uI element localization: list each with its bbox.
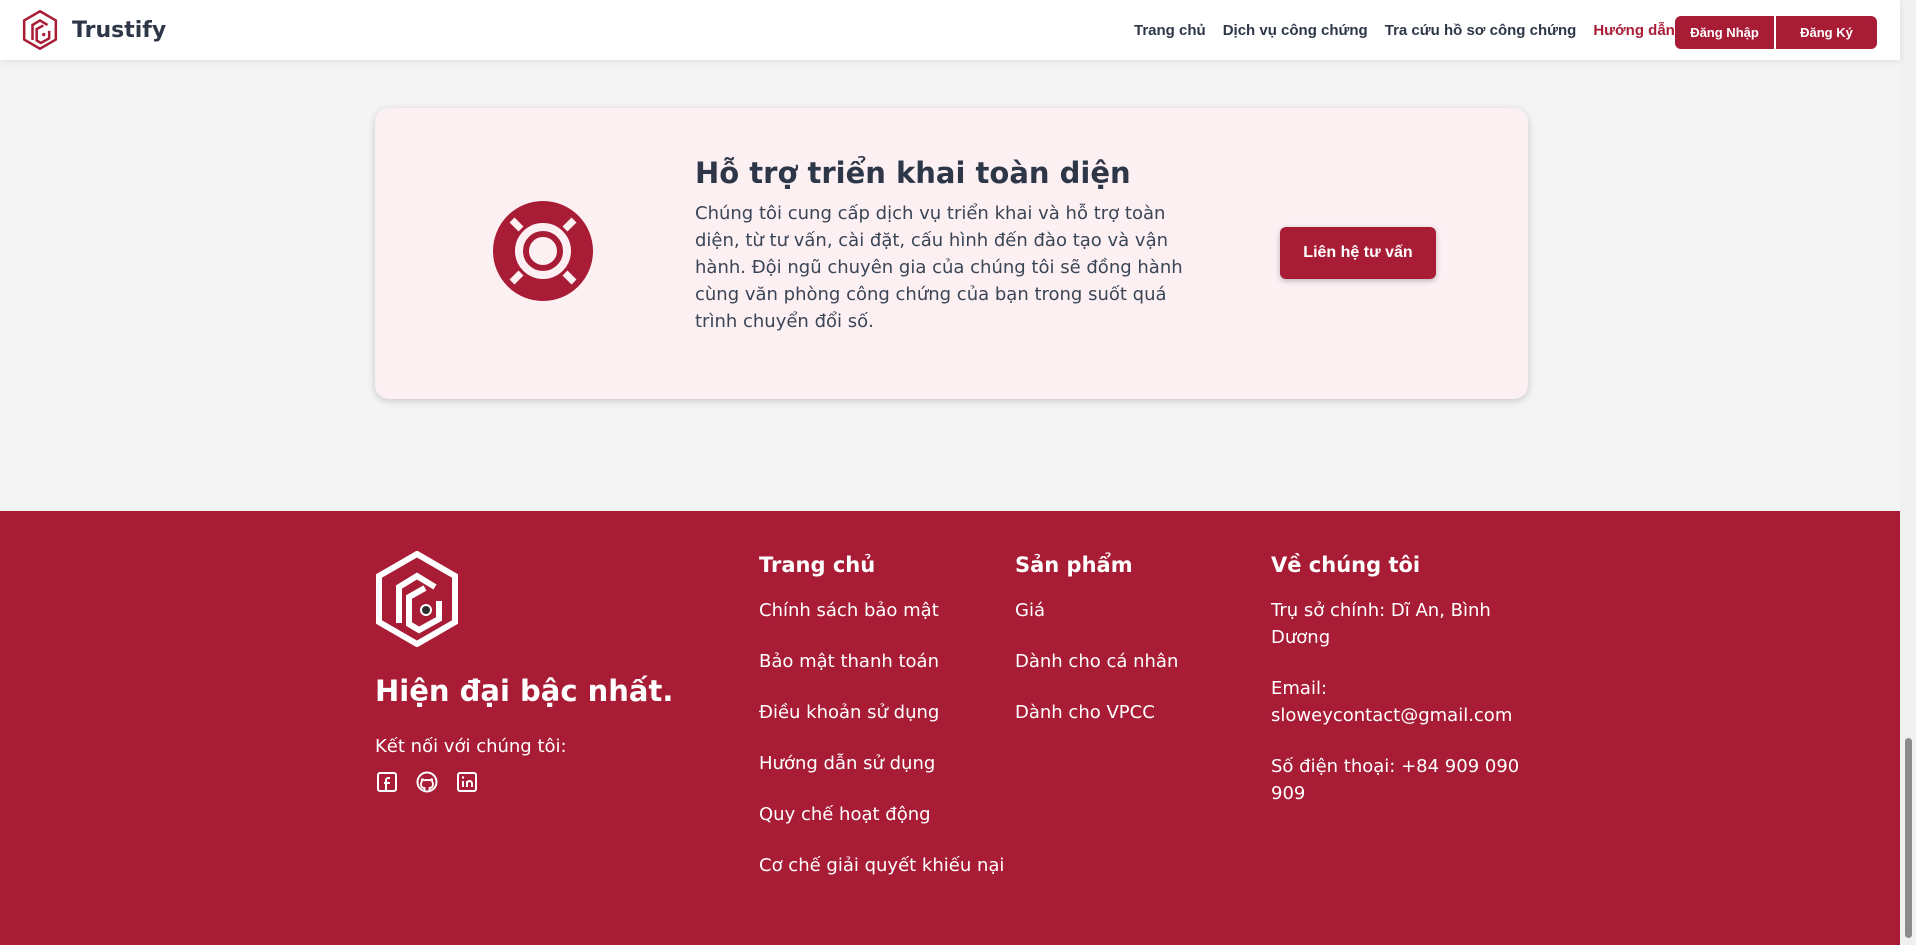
top-navbar: Trustify Trang chủ Dịch vụ công chứng Tr…	[0, 0, 1900, 60]
footer-column-title: Về chúng tôi	[1271, 553, 1421, 577]
register-button[interactable]: Đăng Ký	[1776, 16, 1877, 49]
card-title: Hỗ trợ triển khai toàn diện	[695, 156, 1131, 190]
support-card: Hỗ trợ triển khai toàn diện Chúng tôi cu…	[375, 108, 1528, 399]
scrollbar-thumb[interactable]	[1905, 738, 1912, 938]
footer-column-home: Trang chủ Chính sách bảo mật Bảo mật tha…	[759, 553, 1004, 903]
page-scrollbar[interactable]	[1900, 0, 1916, 945]
footer-column-about: Về chúng tôi Trụ sở chính: Dĩ An, Bình D…	[1271, 553, 1541, 831]
footer-column-title: Sản phẩm	[1015, 553, 1133, 577]
nav-item-guide[interactable]: Hướng dẫn	[1593, 22, 1675, 39]
main-nav: Trang chủ Dịch vụ công chứng Tra cứu hồ …	[1134, 0, 1692, 60]
brand[interactable]: Trustify	[22, 10, 166, 50]
footer-link-pricing[interactable]: Giá	[1015, 597, 1178, 624]
footer-address: Trụ sở chính: Dĩ An, Bình Dương	[1271, 600, 1491, 648]
nav-item-notary-services[interactable]: Dịch vụ công chứng	[1223, 22, 1368, 39]
footer-email: Email: sloweycontact@gmail.com	[1271, 678, 1513, 726]
connect-label: Kết nối với chúng tôi:	[375, 736, 567, 757]
footer-link-complaints[interactable]: Cơ chế giải quyết khiếu nại	[759, 852, 1004, 879]
footer-link-privacy-policy[interactable]: Chính sách bảo mật	[759, 597, 1004, 624]
lifebuoy-icon	[493, 201, 593, 301]
footer-column-title: Trang chủ	[759, 553, 876, 577]
footer-link-terms[interactable]: Điều khoản sử dụng	[759, 699, 1004, 726]
footer-link-payment-security[interactable]: Bảo mật thanh toán	[759, 648, 1004, 675]
footer-link-operating-rules[interactable]: Quy chế hoạt động	[759, 801, 1004, 828]
footer-phone: Số điện thoại: +84 909 090 909	[1271, 756, 1520, 804]
footer-slogan: Hiện đại bậc nhất.	[375, 674, 674, 708]
brand-name: Trustify	[72, 17, 167, 43]
trustify-logo-icon	[22, 10, 58, 50]
footer-link-user-guide[interactable]: Hướng dẫn sử dụng	[759, 750, 1004, 777]
nav-item-home[interactable]: Trang chủ	[1134, 22, 1206, 39]
github-icon[interactable]	[415, 770, 439, 794]
login-button[interactable]: Đăng Nhập	[1675, 16, 1774, 49]
footer-link-personal[interactable]: Dành cho cá nhân	[1015, 648, 1178, 675]
footer-column-products: Sản phẩm Giá Dành cho cá nhân Dành cho V…	[1015, 553, 1178, 750]
nav-item-lookup[interactable]: Tra cứu hồ sơ công chứng	[1385, 22, 1577, 39]
trustify-logo-icon[interactable]	[375, 551, 459, 647]
auth-buttons: Đăng Nhập Đăng Ký	[1675, 16, 1877, 49]
social-links	[375, 770, 495, 794]
contact-consult-button[interactable]: Liên hệ tư vấn	[1280, 227, 1436, 279]
linkedin-icon[interactable]	[455, 770, 479, 794]
card-description: Chúng tôi cung cấp dịch vụ triển khai và…	[695, 203, 1183, 332]
footer-link-notary-office[interactable]: Dành cho VPCC	[1015, 699, 1178, 726]
facebook-icon[interactable]	[375, 770, 399, 794]
footer: Hiện đại bậc nhất. Kết nối với chúng tôi…	[0, 511, 1900, 945]
